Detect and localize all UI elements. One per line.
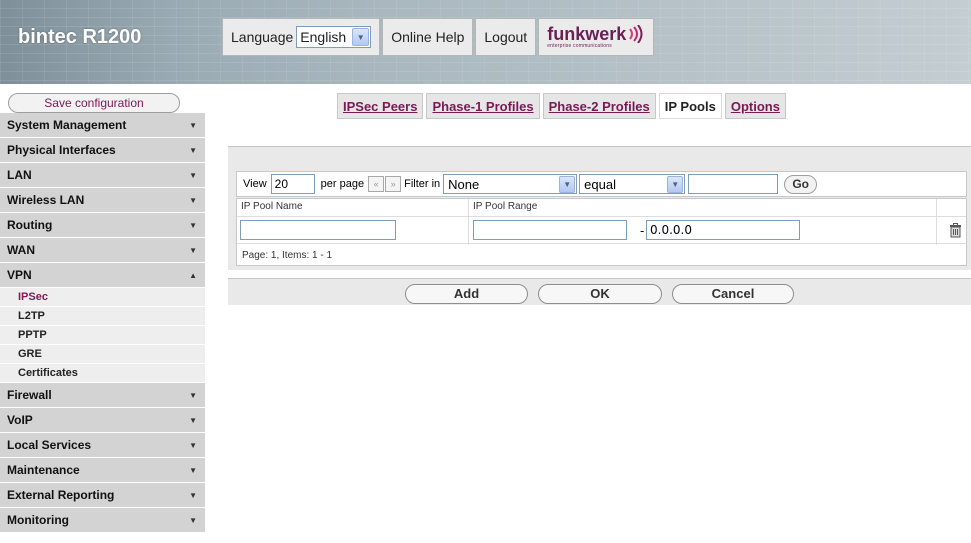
device-brand: bintec R1200 — [18, 26, 142, 48]
chevron-down-icon: ▼ — [189, 120, 197, 130]
tab-bar: IPSec Peers Phase-1 Profiles Phase-2 Pro… — [337, 93, 789, 119]
sidebar-subitem-pptp[interactable]: PPTP — [0, 326, 205, 345]
sidebar-subitem-gre[interactable]: GRE — [0, 345, 205, 364]
ip-pools-table: IP Pool Name IP Pool Range - 0.0.0.0 Pag… — [236, 198, 967, 266]
sidebar-item-lan[interactable]: LAN ▼ — [0, 163, 205, 188]
sidebar-item-label: Monitoring — [7, 513, 69, 527]
range-separator: - — [640, 224, 645, 238]
cancel-button[interactable]: Cancel — [672, 284, 794, 304]
sidebar-item-label: Physical Interfaces — [7, 143, 116, 157]
chevron-down-icon: ▼ — [189, 145, 197, 155]
sidebar-item-voip[interactable]: VoIP ▼ — [0, 408, 205, 433]
tab-ip-pools[interactable]: IP Pools — [658, 93, 722, 119]
logo-text: funkwerk — [547, 24, 627, 44]
header-bar: bintec R1200 Language English ▼ Online H… — [0, 0, 971, 84]
per-page-label: per page — [320, 178, 365, 190]
language-select[interactable]: English ▼ — [296, 26, 372, 48]
sidebar-item-physical-interfaces[interactable]: Physical Interfaces ▼ — [0, 138, 205, 163]
chevron-down-icon[interactable]: ▼ — [352, 28, 370, 46]
signal-waves-icon — [629, 25, 643, 43]
table-footer: Page: 1, Items: 1 - 1 — [242, 250, 333, 261]
column-header-name: IP Pool Name — [241, 201, 303, 212]
chevron-down-icon: ▼ — [189, 440, 197, 450]
sidebar-item-label: Firewall — [7, 388, 52, 402]
chevron-down-icon: ▼ — [189, 170, 197, 180]
chevron-down-icon: ▼ — [189, 390, 197, 400]
chevron-down-icon: ▼ — [189, 415, 197, 425]
tab-options[interactable]: Options — [724, 93, 786, 119]
sidebar-nav: System Management ▼ Physical Interfaces … — [0, 113, 205, 533]
sidebar-item-wireless-lan[interactable]: Wireless LAN ▼ — [0, 188, 205, 213]
tab-phase2-profiles[interactable]: Phase-2 Profiles — [542, 93, 656, 119]
chevron-up-icon: ▲ — [189, 270, 197, 280]
filter-field-select[interactable]: None ▼ — [443, 174, 578, 194]
next-page-button[interactable]: » — [385, 176, 402, 192]
sidebar-item-label: VPN — [7, 268, 32, 282]
go-button[interactable]: Go — [784, 174, 818, 194]
language-value: English — [300, 29, 347, 45]
chevron-down-icon: ▼ — [189, 195, 197, 205]
range-end-input[interactable]: 0.0.0.0 — [646, 220, 800, 240]
language-box: Language English ▼ — [222, 18, 381, 56]
chevron-down-icon: ▼ — [189, 220, 197, 230]
chevron-down-icon: ▼ — [189, 490, 197, 500]
filter-in-label: Filter in — [404, 178, 441, 190]
previous-page-button[interactable]: « — [368, 176, 385, 192]
sidebar-item-monitoring[interactable]: Monitoring ▼ — [0, 508, 205, 533]
filter-field-value: None — [448, 176, 480, 192]
sidebar-item-external-reporting[interactable]: External Reporting ▼ — [0, 483, 205, 508]
chevron-down-icon: ▼ — [189, 245, 197, 255]
online-help-button[interactable]: Online Help — [382, 18, 474, 56]
pool-name-input[interactable] — [240, 220, 396, 240]
save-configuration-button[interactable]: Save configuration — [8, 93, 180, 113]
sidebar-item-firewall[interactable]: Firewall ▼ — [0, 383, 205, 408]
sidebar-item-label: WAN — [7, 243, 35, 257]
filter-operator-select[interactable]: equal ▼ — [579, 174, 686, 194]
sidebar-item-label: VoIP — [7, 413, 33, 427]
chevron-down-icon: ▼ — [189, 515, 197, 525]
chevron-down-icon[interactable]: ▼ — [559, 175, 576, 193]
logo-subtitle: enterprise communications — [547, 43, 612, 49]
sidebar-item-local-services[interactable]: Local Services ▼ — [0, 433, 205, 458]
logout-button[interactable]: Logout — [475, 18, 537, 56]
sidebar-item-label: System Management — [7, 118, 127, 132]
sidebar-item-label: Maintenance — [7, 463, 80, 477]
ok-button[interactable]: OK — [538, 284, 662, 304]
sidebar: Save configuration System Management ▼ P… — [0, 84, 205, 543]
sidebar-item-maintenance[interactable]: Maintenance ▼ — [0, 458, 205, 483]
sidebar-subitem-l2tp[interactable]: L2TP — [0, 307, 205, 326]
top-toolbar: Language English ▼ Online Help Logout fu… — [222, 18, 692, 56]
trash-icon[interactable] — [949, 223, 962, 238]
sidebar-item-vpn[interactable]: VPN ▲ — [0, 263, 205, 288]
view-label: View — [243, 178, 267, 190]
table-row: - 0.0.0.0 — [237, 216, 966, 244]
funkwerk-logo: funkwerk enterprise communications — [538, 18, 655, 56]
range-start-input[interactable] — [473, 220, 627, 240]
action-bar: Add OK Cancel — [228, 278, 971, 305]
column-header-range: IP Pool Range — [473, 201, 538, 212]
tab-phase1-profiles[interactable]: Phase-1 Profiles — [426, 93, 540, 119]
chevron-down-icon[interactable]: ▼ — [667, 175, 684, 193]
view-count-input[interactable]: 20 — [270, 174, 315, 194]
sidebar-subitem-certificates[interactable]: Certificates — [0, 364, 205, 383]
sidebar-item-wan[interactable]: WAN ▼ — [0, 238, 205, 263]
sidebar-item-label: LAN — [7, 168, 32, 182]
table-header: IP Pool Name IP Pool Range — [237, 199, 966, 215]
add-button[interactable]: Add — [405, 284, 528, 304]
sidebar-item-label: External Reporting — [7, 488, 115, 502]
sidebar-item-routing[interactable]: Routing ▼ — [0, 213, 205, 238]
sidebar-item-system-management[interactable]: System Management ▼ — [0, 113, 205, 138]
sidebar-subitem-ipsec[interactable]: IPSec — [0, 288, 205, 307]
tab-ipsec-peers[interactable]: IPSec Peers — [337, 93, 424, 119]
filter-bar: View 20 per page « » Filter in None ▼ eq… — [236, 171, 967, 197]
filter-operator-value: equal — [584, 176, 616, 192]
filter-value-input[interactable] — [688, 174, 779, 194]
language-label: Language — [231, 29, 294, 45]
sidebar-item-label: Routing — [7, 218, 53, 232]
chevron-down-icon: ▼ — [189, 465, 197, 475]
sidebar-item-label: Wireless LAN — [7, 193, 85, 207]
sidebar-item-label: Local Services — [7, 438, 92, 452]
